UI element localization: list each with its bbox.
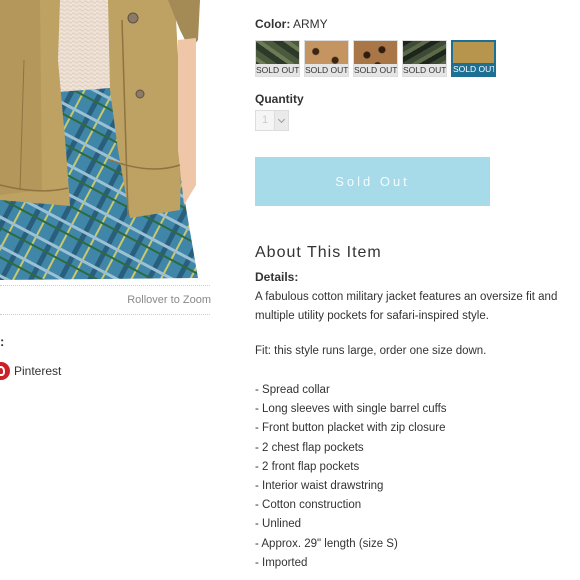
color-value: ARMY bbox=[293, 17, 328, 31]
sold-out-badge: SOLD OUT bbox=[256, 64, 300, 76]
details-label-colon: : bbox=[294, 270, 299, 284]
details-label-text: Details bbox=[255, 270, 295, 284]
list-item: - Spread collar bbox=[255, 384, 330, 396]
product-photo-graphic bbox=[0, 0, 200, 280]
about-heading: About This Item bbox=[255, 244, 382, 261]
color-row: Color: ARMY bbox=[255, 17, 328, 31]
list-item: - Interior waist drawstring bbox=[255, 479, 384, 492]
sold-out-badge: SOLD OUT bbox=[354, 64, 398, 76]
list-item: - 2 front flap pockets bbox=[255, 460, 360, 473]
sold-out-badge: SOLD OUT bbox=[305, 64, 349, 76]
swatch-leopard-light[interactable]: SOLD OUT bbox=[304, 40, 349, 77]
list-item: - Front button placket with zip closure bbox=[255, 422, 446, 435]
details-label: Details: bbox=[255, 270, 298, 284]
pinterest-share-link[interactable]: Pinterest bbox=[0, 362, 61, 380]
quantity-select[interactable]: 1 bbox=[255, 110, 289, 131]
zoom-divider-top bbox=[0, 285, 210, 286]
details-description: A fabulous cotton military jacket featur… bbox=[255, 291, 558, 323]
pinterest-icon bbox=[0, 362, 10, 380]
color-swatches: SOLD OUT SOLD OUT SOLD OUT SOLD OUT SOLD… bbox=[255, 40, 496, 77]
list-item: - 2 chest flap pockets bbox=[255, 441, 364, 454]
quantity-label: Quantity bbox=[255, 92, 304, 106]
zoom-hint: Rollover to Zoom bbox=[127, 294, 211, 306]
swatch-leopard-dark[interactable]: SOLD OUT bbox=[353, 40, 398, 77]
sold-out-badge: SOLD OUT bbox=[453, 63, 496, 75]
swatch-army-camo-dark[interactable]: SOLD OUT bbox=[402, 40, 447, 77]
share-label: : bbox=[0, 334, 5, 349]
list-item: - Long sleeves with single barrel cuffs bbox=[255, 403, 447, 416]
quantity-value: 1 bbox=[261, 114, 269, 126]
swatch-army-camo[interactable]: SOLD OUT bbox=[255, 40, 300, 77]
sold-out-badge: SOLD OUT bbox=[403, 64, 447, 76]
pinterest-label: Pinterest bbox=[14, 364, 62, 378]
color-label-colon: : bbox=[286, 17, 291, 31]
list-item: - Imported bbox=[255, 556, 308, 569]
list-item: - Unlined bbox=[255, 518, 302, 531]
chevron-down-icon bbox=[274, 111, 288, 130]
list-item: - Approx. 29" length (size S) bbox=[255, 537, 398, 550]
list-item: - Cotton construction bbox=[255, 499, 362, 512]
product-image[interactable] bbox=[0, 0, 200, 280]
swatch-army-tan-selected[interactable]: SOLD OUT bbox=[451, 40, 496, 77]
sold-out-button[interactable]: Sold Out bbox=[255, 157, 490, 206]
feature-list: - Spread collar - Long sleeves with sing… bbox=[255, 381, 447, 573]
fit-note: Fit: this style runs large, order one si… bbox=[255, 345, 487, 357]
color-label: Color bbox=[255, 17, 287, 31]
zoom-divider-bottom bbox=[0, 314, 210, 315]
